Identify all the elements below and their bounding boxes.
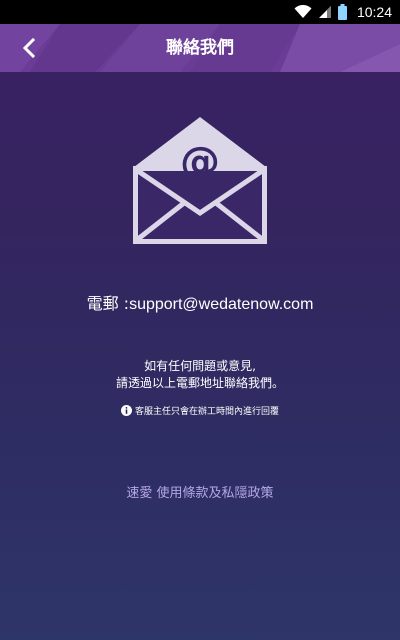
email-address-link[interactable]: support@wedatenow.com (129, 296, 313, 313)
wifi-icon (294, 5, 312, 18)
envelope-at-icon: @ (133, 117, 267, 244)
header-pattern (0, 24, 400, 72)
contact-message: 如有任何問題或意見, 請透過以上電郵地址聯絡我們。 (0, 358, 400, 392)
contact-screen: 10:24 聯絡我們 @ 電郵:support@wedatenow.com 如… (0, 0, 400, 640)
battery-icon (337, 4, 347, 20)
signal-icon (318, 6, 331, 18)
notice-text: 客服主任只會在辦工時間內進行回覆 (134, 407, 279, 417)
status-icons: 10:24 (294, 0, 392, 24)
status-bar: 10:24 (0, 0, 400, 24)
svg-text:@: @ (180, 139, 220, 185)
back-button[interactable] (14, 33, 44, 63)
chevron-left-icon (22, 38, 36, 58)
info-icon (120, 405, 132, 416)
office-hours-notice: 客服主任只會在辦工時間內進行回覆 (0, 404, 400, 417)
email-line: 電郵 :support@wedatenow.com (0, 290, 400, 314)
message-line-2: 請透過以上電郵地址聯絡我們。 (115, 376, 284, 390)
message-line-1: 如有任何問題或意見, (144, 359, 256, 373)
email-label: 電郵 : (86, 294, 130, 313)
status-time: 10:24 (356, 4, 392, 20)
terms-privacy-link[interactable]: 速愛 使用條款及私隱政策 (0, 482, 400, 501)
app-header: 聯絡我們 (0, 24, 400, 72)
